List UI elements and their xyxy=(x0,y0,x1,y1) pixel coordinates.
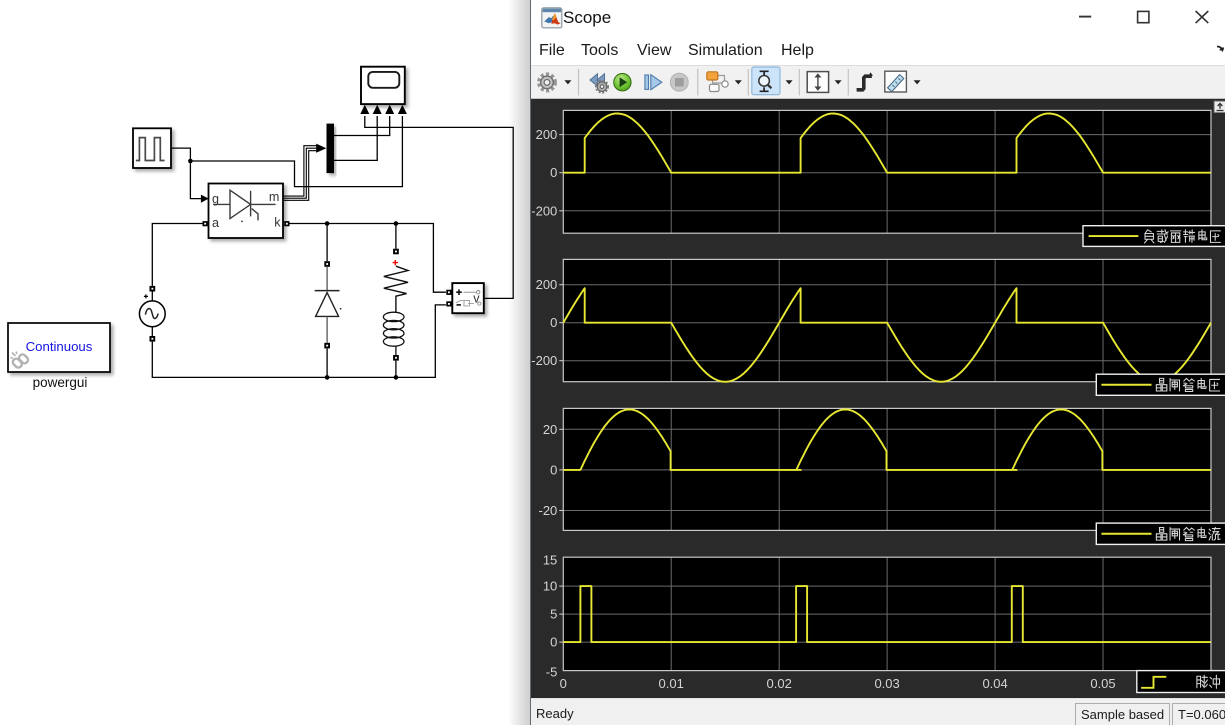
svg-text:0: 0 xyxy=(550,315,557,330)
svg-text:20: 20 xyxy=(543,422,557,437)
svg-text:0: 0 xyxy=(550,635,557,650)
svg-text:m: m xyxy=(269,190,280,204)
svg-text:10: 10 xyxy=(543,579,557,594)
svg-text:0: 0 xyxy=(550,462,557,477)
svg-text:g: g xyxy=(212,192,219,206)
svg-text:-20: -20 xyxy=(539,503,558,518)
svg-text:-200: -200 xyxy=(531,353,557,368)
svg-text:a: a xyxy=(212,216,219,230)
svg-text:0: 0 xyxy=(560,676,567,691)
svg-text:200: 200 xyxy=(536,277,558,292)
svg-text:0.02: 0.02 xyxy=(767,676,792,691)
svg-text:0.01: 0.01 xyxy=(659,676,684,691)
svg-text:15: 15 xyxy=(543,553,557,568)
svg-text:-5: -5 xyxy=(546,665,558,680)
svg-text:k: k xyxy=(274,216,281,230)
svg-text:0.04: 0.04 xyxy=(982,676,1007,691)
svg-text:Continuous: Continuous xyxy=(26,339,93,354)
svg-text:-200: -200 xyxy=(531,203,557,218)
svg-text:0: 0 xyxy=(550,165,557,180)
svg-text:powergui: powergui xyxy=(33,375,88,390)
svg-text:v: v xyxy=(473,292,480,306)
svg-text:5: 5 xyxy=(550,607,557,622)
svg-text:0.05: 0.05 xyxy=(1090,676,1115,691)
svg-text:0.03: 0.03 xyxy=(874,676,899,691)
svg-text:200: 200 xyxy=(536,127,558,142)
